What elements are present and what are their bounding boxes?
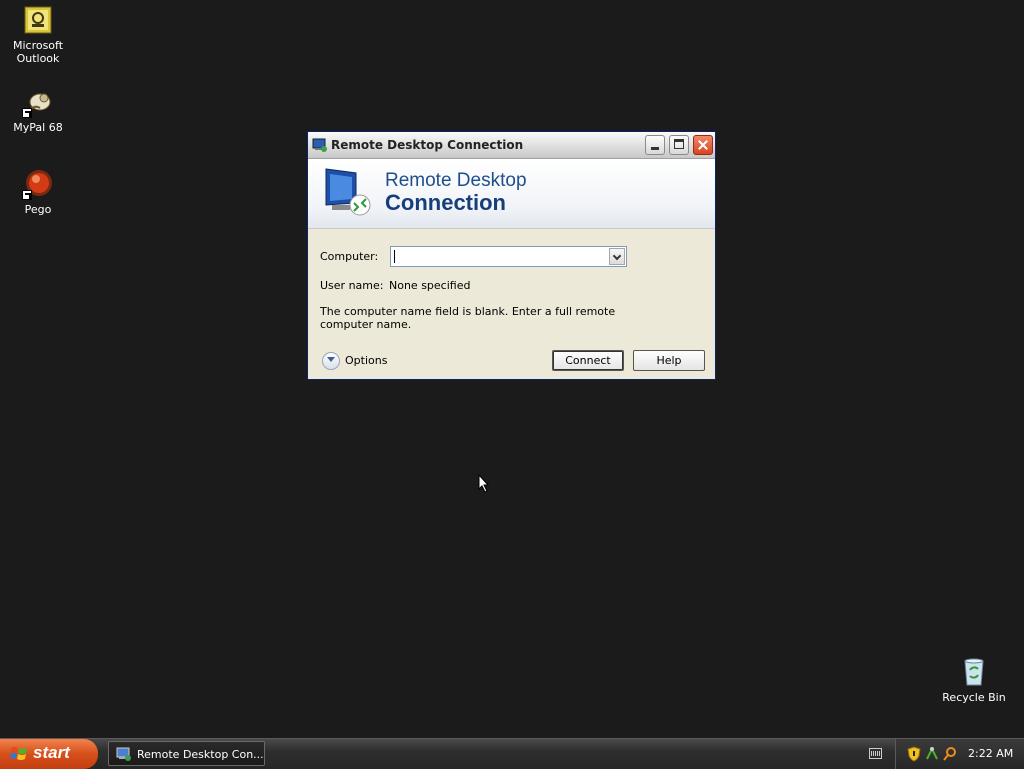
security-shield-icon[interactable] bbox=[907, 746, 921, 762]
window-titlebar[interactable]: Remote Desktop Connection bbox=[308, 132, 715, 159]
desktop-icon-label: Pego bbox=[24, 203, 52, 216]
remote-desktop-window: Remote Desktop Connection Remote Desktop… bbox=[307, 131, 716, 380]
window-body: Computer: User name: None specified The … bbox=[308, 229, 715, 381]
desktop-icon-label: MyPal 68 bbox=[13, 121, 63, 134]
taskbar-item-label: Remote Desktop Con... bbox=[137, 748, 264, 761]
shortcut-arrow-icon bbox=[22, 190, 32, 200]
search-icon[interactable] bbox=[943, 746, 957, 762]
keyboard-icon[interactable] bbox=[869, 748, 882, 759]
computer-label: Computer: bbox=[320, 250, 379, 263]
outlook-icon bbox=[22, 4, 54, 36]
system-tray: 2:22 AM bbox=[895, 739, 1024, 769]
combobox-dropdown-button[interactable] bbox=[609, 248, 625, 265]
desktop-icon-mypal[interactable]: MyPal 68 bbox=[0, 86, 76, 134]
banner-title-line1: Remote Desktop bbox=[385, 170, 527, 191]
minimize-button[interactable] bbox=[645, 135, 665, 155]
options-expand-icon[interactable] bbox=[322, 352, 340, 370]
remote-desktop-app-icon bbox=[116, 747, 131, 761]
pego-icon bbox=[22, 168, 54, 200]
start-button[interactable]: start bbox=[0, 739, 98, 769]
options-link[interactable]: Options bbox=[345, 354, 387, 367]
username-label: User name: bbox=[320, 279, 384, 292]
windows-flag-icon bbox=[10, 747, 27, 760]
window-title: Remote Desktop Connection bbox=[331, 138, 524, 152]
help-button[interactable]: Help bbox=[633, 350, 705, 371]
desktop-icon-label-line2: Outlook bbox=[16, 52, 60, 65]
mouse-cursor-icon bbox=[478, 474, 490, 493]
desktop-icon-pego[interactable]: Pego bbox=[0, 168, 76, 216]
clock[interactable]: 2:22 AM bbox=[968, 747, 1013, 760]
taskbar-item-remote-desktop[interactable]: Remote Desktop Con... bbox=[108, 741, 265, 766]
maximize-button[interactable] bbox=[669, 135, 689, 155]
remote-desktop-app-icon bbox=[312, 138, 327, 152]
network-icon[interactable] bbox=[925, 746, 939, 762]
connect-button[interactable]: Connect bbox=[552, 350, 624, 371]
username-value: None specified bbox=[389, 279, 471, 292]
remote-desktop-logo-icon bbox=[325, 168, 371, 216]
shortcut-arrow-icon bbox=[22, 108, 32, 118]
desktop-icon-outlook[interactable]: Microsoft Outlook bbox=[0, 4, 76, 65]
hint-text: The computer name field is blank. Enter … bbox=[320, 305, 616, 331]
desktop-icon-label: Recycle Bin bbox=[942, 691, 1006, 704]
desktop-icon-label: Microsoft bbox=[12, 39, 64, 52]
taskbar: start Remote Desktop Con... 2:22 AM bbox=[0, 738, 1024, 769]
desktop-icon-recycle-bin[interactable]: Recycle Bin bbox=[936, 656, 1012, 704]
text-caret bbox=[394, 250, 395, 263]
banner-title-line2: Connection bbox=[385, 190, 506, 215]
recycle-bin-icon bbox=[958, 656, 990, 688]
close-button[interactable] bbox=[693, 135, 713, 155]
mypal-icon bbox=[22, 86, 54, 118]
computer-combobox[interactable] bbox=[390, 246, 627, 267]
start-label: start bbox=[33, 743, 70, 762]
window-banner: Remote Desktop Connection bbox=[308, 159, 715, 229]
